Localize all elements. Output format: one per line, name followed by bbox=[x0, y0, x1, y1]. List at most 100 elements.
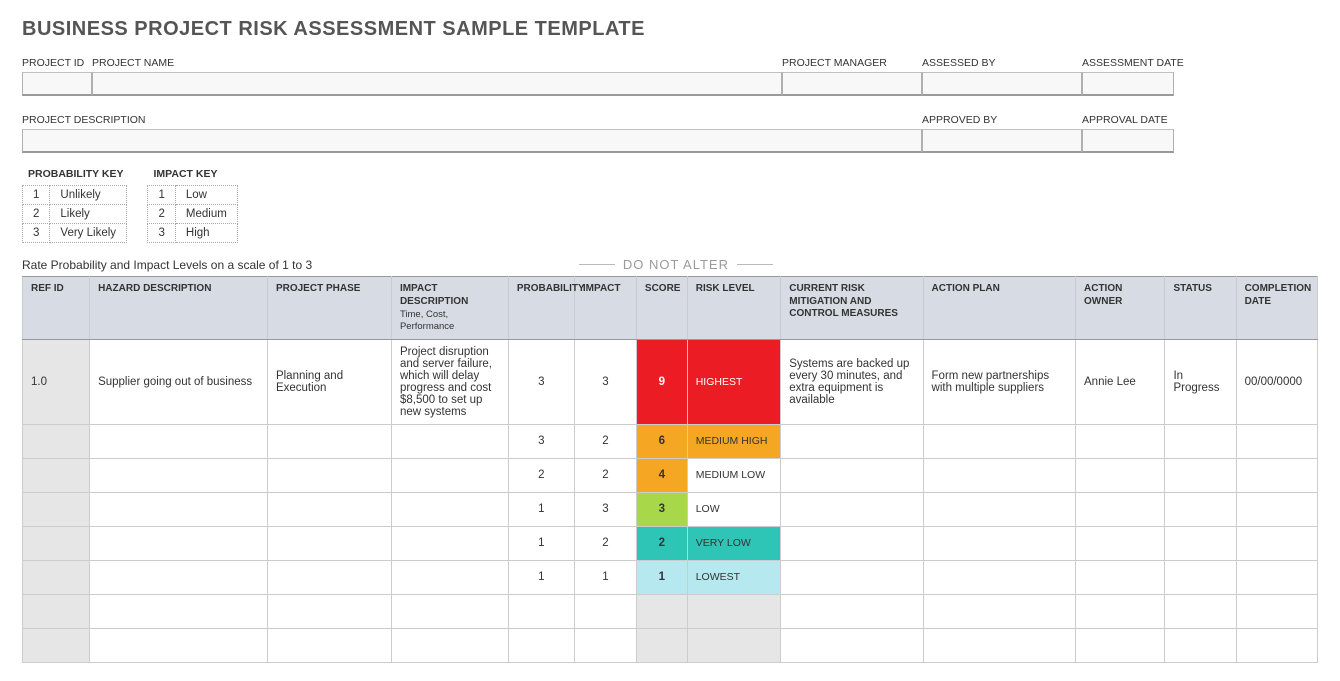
table-cell[interactable]: 4 bbox=[636, 458, 687, 492]
table-cell[interactable] bbox=[267, 458, 391, 492]
table-cell[interactable] bbox=[23, 424, 90, 458]
table-cell[interactable] bbox=[574, 594, 636, 628]
table-cell[interactable] bbox=[923, 424, 1075, 458]
meta-input[interactable] bbox=[92, 72, 782, 96]
table-cell[interactable] bbox=[391, 492, 508, 526]
table-cell[interactable] bbox=[90, 560, 268, 594]
meta-input[interactable] bbox=[1082, 72, 1174, 96]
table-cell[interactable] bbox=[391, 458, 508, 492]
table-cell[interactable]: 2 bbox=[574, 458, 636, 492]
table-cell[interactable] bbox=[781, 492, 923, 526]
table-cell[interactable] bbox=[1165, 526, 1236, 560]
meta-input[interactable] bbox=[1082, 129, 1174, 153]
table-cell[interactable] bbox=[267, 526, 391, 560]
table-cell[interactable]: MEDIUM HIGH bbox=[687, 424, 781, 458]
table-cell[interactable] bbox=[23, 492, 90, 526]
table-cell[interactable] bbox=[267, 628, 391, 662]
table-cell[interactable] bbox=[1236, 492, 1317, 526]
table-cell[interactable]: 3 bbox=[636, 492, 687, 526]
table-cell[interactable] bbox=[508, 594, 574, 628]
table-cell[interactable] bbox=[574, 628, 636, 662]
table-cell[interactable] bbox=[1165, 560, 1236, 594]
table-cell[interactable]: 3 bbox=[574, 492, 636, 526]
table-cell[interactable] bbox=[1165, 628, 1236, 662]
table-cell[interactable] bbox=[1076, 594, 1165, 628]
table-cell[interactable]: 3 bbox=[508, 424, 574, 458]
table-cell[interactable]: 3 bbox=[508, 339, 574, 424]
table-cell[interactable] bbox=[923, 458, 1075, 492]
table-cell[interactable] bbox=[1236, 594, 1317, 628]
table-cell[interactable]: 1 bbox=[636, 560, 687, 594]
meta-input[interactable] bbox=[922, 72, 1082, 96]
table-cell[interactable] bbox=[391, 526, 508, 560]
table-cell[interactable] bbox=[781, 594, 923, 628]
table-cell[interactable] bbox=[1076, 628, 1165, 662]
table-cell[interactable]: Systems are backed up every 30 minutes, … bbox=[781, 339, 923, 424]
table-cell[interactable] bbox=[90, 458, 268, 492]
table-cell[interactable] bbox=[687, 628, 781, 662]
table-cell[interactable]: MEDIUM LOW bbox=[687, 458, 781, 492]
table-cell[interactable] bbox=[1076, 458, 1165, 492]
table-cell[interactable] bbox=[1076, 424, 1165, 458]
table-cell[interactable]: Supplier going out of business bbox=[90, 339, 268, 424]
table-cell[interactable] bbox=[1076, 560, 1165, 594]
table-cell[interactable] bbox=[23, 458, 90, 492]
table-cell[interactable] bbox=[781, 458, 923, 492]
table-cell[interactable]: Form new partnerships with multiple supp… bbox=[923, 339, 1075, 424]
table-cell[interactable]: 2 bbox=[636, 526, 687, 560]
table-cell[interactable]: 2 bbox=[574, 526, 636, 560]
table-cell[interactable]: 1 bbox=[508, 560, 574, 594]
table-cell[interactable] bbox=[391, 424, 508, 458]
table-cell[interactable] bbox=[781, 560, 923, 594]
table-cell[interactable] bbox=[267, 424, 391, 458]
meta-input[interactable] bbox=[782, 72, 922, 96]
table-cell[interactable]: 1.0 bbox=[23, 339, 90, 424]
table-cell[interactable]: Project disruption and server failure, w… bbox=[391, 339, 508, 424]
table-cell[interactable] bbox=[391, 594, 508, 628]
table-cell[interactable] bbox=[1076, 492, 1165, 526]
table-cell[interactable]: 9 bbox=[636, 339, 687, 424]
table-cell[interactable] bbox=[636, 628, 687, 662]
meta-input[interactable] bbox=[22, 72, 92, 96]
table-cell[interactable]: 1 bbox=[508, 526, 574, 560]
table-cell[interactable] bbox=[1165, 594, 1236, 628]
table-cell[interactable]: 3 bbox=[574, 339, 636, 424]
table-cell[interactable] bbox=[391, 560, 508, 594]
table-cell[interactable] bbox=[1236, 560, 1317, 594]
table-cell[interactable] bbox=[1236, 458, 1317, 492]
table-cell[interactable] bbox=[90, 492, 268, 526]
table-cell[interactable] bbox=[23, 560, 90, 594]
table-cell[interactable] bbox=[1165, 458, 1236, 492]
table-cell[interactable] bbox=[1236, 424, 1317, 458]
table-cell[interactable]: 6 bbox=[636, 424, 687, 458]
table-cell[interactable]: Annie Lee bbox=[1076, 339, 1165, 424]
table-cell[interactable] bbox=[923, 526, 1075, 560]
table-cell[interactable]: VERY LOW bbox=[687, 526, 781, 560]
table-cell[interactable] bbox=[1236, 526, 1317, 560]
table-cell[interactable] bbox=[1165, 424, 1236, 458]
table-cell[interactable]: In Progress bbox=[1165, 339, 1236, 424]
table-cell[interactable] bbox=[267, 492, 391, 526]
table-cell[interactable]: HIGHEST bbox=[687, 339, 781, 424]
table-cell[interactable] bbox=[636, 594, 687, 628]
table-cell[interactable] bbox=[1076, 526, 1165, 560]
table-cell[interactable]: 1 bbox=[508, 492, 574, 526]
table-cell[interactable] bbox=[267, 594, 391, 628]
table-cell[interactable]: 00/00/0000 bbox=[1236, 339, 1317, 424]
table-cell[interactable] bbox=[90, 424, 268, 458]
table-cell[interactable] bbox=[781, 526, 923, 560]
table-cell[interactable]: 2 bbox=[574, 424, 636, 458]
table-cell[interactable]: Planning and Execution bbox=[267, 339, 391, 424]
table-cell[interactable] bbox=[267, 560, 391, 594]
table-cell[interactable] bbox=[90, 594, 268, 628]
table-cell[interactable] bbox=[1165, 492, 1236, 526]
table-cell[interactable] bbox=[90, 628, 268, 662]
meta-input[interactable] bbox=[922, 129, 1082, 153]
table-cell[interactable] bbox=[23, 594, 90, 628]
table-cell[interactable]: 2 bbox=[508, 458, 574, 492]
table-cell[interactable] bbox=[687, 594, 781, 628]
meta-input[interactable] bbox=[22, 129, 922, 153]
table-cell[interactable] bbox=[508, 628, 574, 662]
table-cell[interactable] bbox=[23, 526, 90, 560]
table-cell[interactable] bbox=[1236, 628, 1317, 662]
